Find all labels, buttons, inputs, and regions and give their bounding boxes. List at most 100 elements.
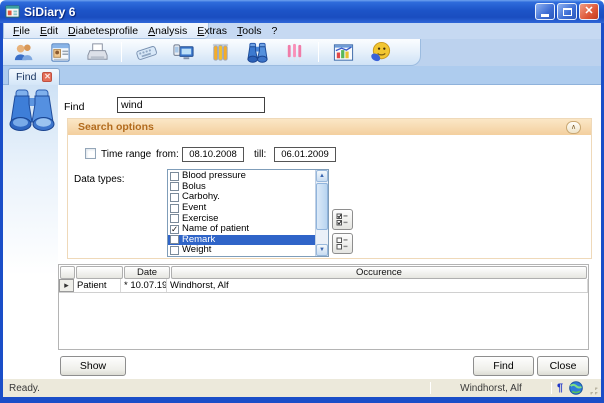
- device-import-button[interactable]: [170, 39, 196, 65]
- date-till-input[interactable]: [274, 147, 336, 162]
- unchecked-checkbox-icon[interactable]: [170, 193, 179, 202]
- app-window: SiDiary 6 ✕ FileEditDiabetesprofileAnaly…: [0, 0, 604, 403]
- title-bar: SiDiary 6 ✕: [0, 0, 604, 23]
- globe-icon: [569, 381, 583, 395]
- patient-profile-button[interactable]: [47, 39, 73, 65]
- results-header: DateOccurence: [59, 265, 588, 279]
- maximize-button[interactable]: [557, 3, 577, 20]
- patients-button[interactable]: [10, 39, 36, 65]
- lab-values-button[interactable]: [207, 39, 233, 65]
- datatype-label: Bolus: [182, 182, 315, 192]
- data-types-label: Data types:: [74, 174, 125, 185]
- datatype-label: Event: [182, 203, 315, 213]
- pens-button[interactable]: [281, 39, 307, 65]
- column-header-date[interactable]: Date: [124, 266, 170, 279]
- statusbar-patient: Windhorst, Alf: [431, 383, 551, 394]
- menu-extras[interactable]: Extras: [192, 24, 232, 38]
- datatype-blood-pressure[interactable]: Blood pressure: [168, 171, 315, 182]
- app-icon: [5, 4, 20, 19]
- unchecked-checkbox-icon[interactable]: [170, 235, 179, 244]
- find-button-toolbar[interactable]: [244, 39, 270, 65]
- datatype-label: Exercise: [182, 214, 315, 224]
- search-options-header: Search options ∧: [68, 119, 591, 135]
- maximize-icon: [563, 8, 572, 16]
- unchecked-checkbox-icon[interactable]: [170, 246, 179, 255]
- results-table: DateOccurence ▸Patient* 10.07.1967Windho…: [58, 264, 589, 350]
- find-button[interactable]: Find: [473, 356, 534, 376]
- time-range-checkbox[interactable]: [85, 148, 96, 159]
- column-header-1[interactable]: [76, 266, 123, 279]
- tab-bar: Find ✕: [3, 66, 601, 85]
- close-window-button[interactable]: ✕: [579, 3, 599, 20]
- toolbar-separator: [121, 42, 122, 62]
- menu-analysis[interactable]: Analysis: [143, 24, 192, 38]
- table-row[interactable]: ▸Patient* 10.07.1967Windhorst, Alf: [59, 279, 588, 293]
- scroll-up-icon[interactable]: ▲: [316, 170, 328, 182]
- menu-diabetesprofile[interactable]: Diabetesprofile: [63, 24, 143, 38]
- datatype-bolus[interactable]: Bolus: [168, 182, 315, 193]
- smiley-button[interactable]: [367, 39, 393, 65]
- keyboard-icon: [135, 41, 158, 64]
- data-types-items: Blood pressureBolusCarbohy.EventExercise…: [168, 171, 315, 256]
- resize-grip[interactable]: [586, 383, 600, 397]
- keyboard-entry-button[interactable]: [133, 39, 159, 65]
- show-button[interactable]: Show: [60, 356, 126, 376]
- menu-help[interactable]: ?: [267, 24, 283, 38]
- window-border-bottom: [0, 397, 604, 403]
- find-binoculars-icon: [9, 88, 55, 132]
- column-header-occurence[interactable]: Occurence: [171, 266, 587, 279]
- date-from-input[interactable]: [182, 147, 244, 162]
- datatype-remark[interactable]: Remark: [168, 235, 315, 246]
- close-button[interactable]: Close: [537, 356, 589, 376]
- tab-find[interactable]: Find ✕: [8, 68, 60, 85]
- time-range-label: Time range: [101, 149, 151, 160]
- scrollbar-thumb[interactable]: [316, 183, 328, 230]
- datatype-weight[interactable]: Weight: [168, 245, 315, 256]
- from-label: from:: [156, 149, 179, 160]
- datatype-label: Carbohy.: [182, 192, 315, 202]
- datatype-exercise[interactable]: Exercise: [168, 213, 315, 224]
- datatype-carbohy-[interactable]: Carbohy.: [168, 192, 315, 203]
- datatype-event[interactable]: Event: [168, 203, 315, 214]
- pens-icon: [283, 41, 306, 64]
- unchecked-checkbox-icon[interactable]: [170, 182, 179, 191]
- datatype-label: Remark: [182, 235, 315, 245]
- status-text: Ready.: [3, 383, 430, 394]
- binoculars-icon: [246, 41, 269, 64]
- menu-bar: FileEditDiabetesprofileAnalysisExtrasToo…: [3, 23, 601, 39]
- uncheck-all-button[interactable]: [332, 233, 353, 254]
- results-rows: ▸Patient* 10.07.1967Windhorst, Alf: [59, 279, 588, 293]
- uncheck-all-icon: [336, 237, 349, 250]
- menu-file[interactable]: File: [8, 24, 35, 38]
- row-occurrence: Windhorst, Alf: [167, 279, 588, 292]
- unchecked-checkbox-icon[interactable]: [170, 214, 179, 223]
- row-category: Patient: [74, 279, 121, 292]
- datatype-name-of-patient[interactable]: ✓Name of patient: [168, 224, 315, 235]
- scroll-down-icon[interactable]: ▼: [316, 244, 328, 256]
- unchecked-checkbox-icon[interactable]: [170, 172, 179, 181]
- globe-button[interactable]: [568, 381, 584, 395]
- patients-icon: [12, 41, 35, 64]
- collapse-button[interactable]: ∧: [566, 121, 581, 134]
- chevron-up-icon: ∧: [571, 124, 576, 131]
- minimize-button[interactable]: [535, 3, 555, 20]
- find-input[interactable]: [117, 97, 265, 113]
- toolbar: [3, 39, 421, 66]
- tab-close-icon[interactable]: ✕: [42, 72, 52, 82]
- listbox-scrollbar[interactable]: ▲ ▼: [315, 170, 328, 256]
- unchecked-checkbox-icon[interactable]: [170, 204, 179, 213]
- minimize-icon: [541, 14, 549, 17]
- checked-checkbox-icon[interactable]: ✓: [170, 225, 179, 234]
- check-all-button[interactable]: [332, 209, 353, 230]
- column-header-0[interactable]: [60, 266, 75, 279]
- tab-find-label: Find: [16, 71, 36, 83]
- find-label: Find: [64, 101, 84, 113]
- menu-panel: FileEditDiabetesprofileAnalysisExtrasToo…: [3, 23, 209, 39]
- menu-edit[interactable]: Edit: [35, 24, 63, 38]
- window-title: SiDiary 6: [24, 5, 533, 19]
- print-button[interactable]: [84, 39, 110, 65]
- close-icon: ✕: [584, 6, 593, 17]
- statistics-button[interactable]: [330, 39, 356, 65]
- print-icon: [86, 41, 109, 64]
- menu-tools[interactable]: Tools: [232, 24, 267, 38]
